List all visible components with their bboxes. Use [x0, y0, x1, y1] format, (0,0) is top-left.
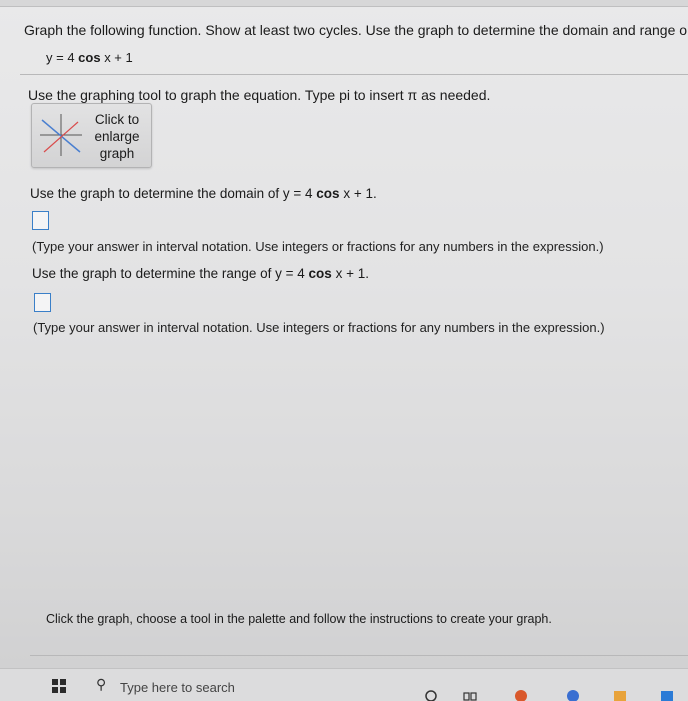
task-view-icon[interactable] [463, 687, 477, 701]
app-icon-3[interactable] [660, 687, 674, 701]
range-question-prefix: Use the graph to determine the range of … [32, 266, 309, 281]
domain-question-cos: cos [316, 186, 340, 201]
divider [20, 74, 688, 75]
browser-icon[interactable] [514, 687, 528, 701]
label-line-1: Click to [94, 112, 140, 127]
label-line-2: enlarge [94, 129, 140, 144]
domain-hint: (Type your answer in interval notation. … [32, 239, 604, 254]
graph-instructions-footer: Click the graph, choose a tool in the pa… [46, 612, 552, 626]
taskbar-search-input[interactable]: Type here to search [120, 680, 235, 695]
range-question: Use the graph to determine the range of … [32, 266, 369, 281]
graph-thumbnail-icon [40, 114, 82, 156]
app-icon[interactable] [566, 687, 580, 701]
top-border [0, 0, 688, 7]
graph-instructions: Use the graphing tool to graph the equat… [28, 87, 491, 103]
enlarge-graph-button[interactable]: Click to enlarge graph [31, 103, 152, 168]
app-icon-2[interactable] [613, 687, 627, 701]
equation-cos: cos [78, 50, 101, 65]
cortana-icon[interactable] [424, 687, 438, 701]
windows-start-icon[interactable] [52, 679, 66, 693]
equation-rhs: x + 1 [100, 50, 133, 65]
equation-lhs: y = 4 [46, 50, 79, 65]
label-line-3: graph [99, 146, 135, 161]
range-answer-input[interactable] [34, 293, 51, 312]
windows-taskbar: ⚲ Type here to search [0, 668, 688, 701]
range-question-cos: cos [308, 266, 332, 281]
domain-question-prefix: Use the graph to determine the domain of… [30, 186, 317, 201]
equation: y = 4 cos x + 1 [46, 50, 133, 65]
footer-divider [30, 655, 688, 656]
range-hint: (Type your answer in interval notation. … [33, 320, 605, 335]
question-prompt: Graph the following function. Show at le… [24, 22, 688, 38]
range-question-suffix: x + 1. [331, 266, 369, 281]
domain-answer-input[interactable] [32, 211, 49, 230]
enlarge-graph-label: Click to enlarge graph [86, 111, 148, 162]
domain-question: Use the graph to determine the domain of… [30, 186, 377, 201]
domain-question-suffix: x + 1. [339, 186, 377, 201]
search-icon: ⚲ [96, 676, 107, 692]
